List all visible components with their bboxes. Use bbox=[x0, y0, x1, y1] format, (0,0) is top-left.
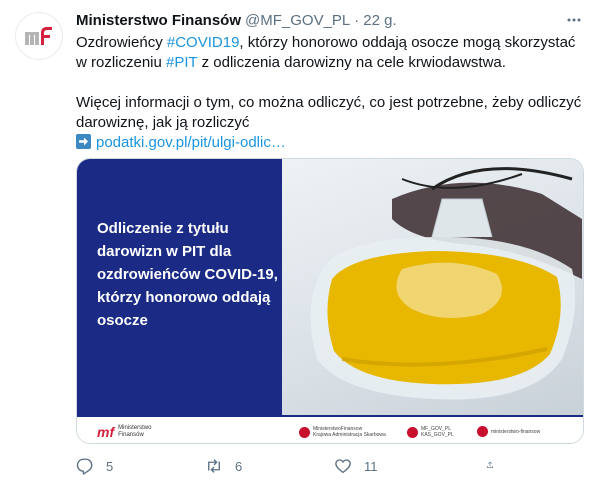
social-label: ministerstwo-finansow bbox=[491, 428, 541, 435]
more-options-icon[interactable] bbox=[564, 10, 584, 30]
tweet[interactable]: Ministerstwo Finansów @MF_GOV_PL · 22 g.… bbox=[0, 0, 596, 489]
like-count: 11 bbox=[364, 458, 378, 474]
media-headline: Odliczenie z tytułu darowizn w PIT dla o… bbox=[97, 220, 278, 329]
tweet-actions: 5 6 11 bbox=[76, 456, 516, 476]
like-button[interactable]: 11 bbox=[334, 456, 463, 476]
media-footer: mf Ministerstwo Finansów MinisterstwoFina… bbox=[77, 415, 583, 443]
hashtag-covid19[interactable]: #COVID19 bbox=[167, 34, 240, 51]
tweet-header: Ministerstwo Finansów @MF_GOV_PL · 22 g. bbox=[76, 10, 586, 30]
reply-button[interactable]: 5 bbox=[76, 456, 205, 476]
author-name[interactable]: Ministerstwo Finansów bbox=[76, 12, 241, 29]
reply-count: 5 bbox=[106, 458, 114, 474]
hashtag-pit[interactable]: #PIT bbox=[166, 54, 197, 71]
separator-dot: · bbox=[354, 11, 360, 29]
social-label: Krajowa Administracja Skarbowa bbox=[313, 432, 386, 438]
author-handle[interactable]: @MF_GOV_PL bbox=[245, 12, 350, 29]
footer-logo-label: Finansów bbox=[118, 432, 144, 438]
linkedin-icon bbox=[477, 426, 488, 437]
share-button[interactable] bbox=[486, 456, 506, 474]
heart-icon bbox=[335, 459, 351, 474]
youtube-icon bbox=[299, 426, 310, 438]
twitter-icon bbox=[407, 426, 418, 438]
mf-logo-icon bbox=[25, 27, 52, 45]
share-icon bbox=[487, 461, 493, 468]
social-label: KAS_GOV_PL bbox=[421, 432, 454, 438]
retweet-button[interactable]: 6 bbox=[205, 456, 334, 476]
reply-icon bbox=[76, 458, 93, 475]
text-segment: z odliczenia darowizny na cele krwiodaws… bbox=[197, 54, 506, 71]
plasma-bag-photo bbox=[282, 159, 583, 415]
tweet-paragraph: Więcej informacji o tym, co można odlicz… bbox=[76, 94, 582, 131]
retweet-icon bbox=[208, 459, 220, 473]
avatar[interactable] bbox=[15, 12, 63, 60]
linkedin-link: ministerstwo-finansow bbox=[477, 426, 540, 437]
twitter-link: MF_GOV_PL KAS_GOV_PL bbox=[407, 426, 454, 438]
footer-logo-label: Ministerstwo bbox=[118, 425, 152, 431]
tweet-link[interactable]: podatki.gov.pl/pit/ulgi-odlic… bbox=[96, 134, 286, 151]
mf-mark: mf bbox=[97, 424, 115, 440]
text-segment: Ozdrowieńcy bbox=[76, 34, 167, 51]
youtube-link: MinisterstwoFinansow Krajowa Administracj… bbox=[299, 426, 386, 438]
retweet-count: 6 bbox=[235, 458, 243, 474]
right-arrow-icon bbox=[76, 134, 91, 149]
tweet-text: Ozdrowieńcy #COVID19, którzy honorowo od… bbox=[76, 33, 586, 153]
tweet-time[interactable]: 22 g. bbox=[363, 12, 396, 29]
footer-logo: mf Ministerstwo Finansów bbox=[97, 424, 151, 440]
media-image[interactable]: Odliczenie z tytułu darowizn w PIT dla o… bbox=[76, 158, 584, 444]
media-headline-panel: Odliczenie z tytułu darowizn w PIT dla o… bbox=[77, 159, 282, 415]
